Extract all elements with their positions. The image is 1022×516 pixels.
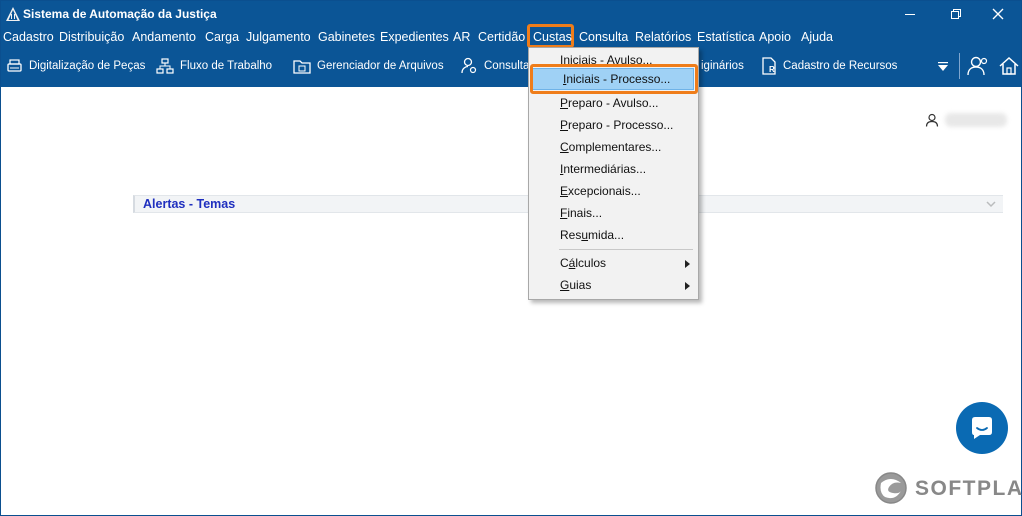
- mnemonic: G: [560, 278, 570, 292]
- toolbar-originarios-button[interactable]: iginários: [701, 55, 744, 77]
- menu-item-complementares[interactable]: Complementares...: [529, 136, 698, 158]
- menu-item-label: mida...: [588, 228, 625, 242]
- toolbar-digitalizacao-button[interactable]: Digitalização de Peças: [6, 55, 145, 77]
- highlight-annotation-box: [530, 64, 698, 94]
- menu-item-label: inais...: [567, 206, 603, 220]
- softplan-logo-icon: [875, 472, 907, 504]
- chat-support-button[interactable]: [956, 402, 1008, 454]
- restore-icon: [951, 9, 961, 19]
- toolbar-originarios-label: iginários: [701, 60, 744, 72]
- toolbar-fluxo-label: Fluxo de Trabalho: [180, 60, 273, 72]
- minimize-button[interactable]: [887, 1, 933, 27]
- alerts-title: Alertas - Temas: [143, 197, 236, 211]
- toolbar: Digitalização de Peças Fluxo de Trabalho…: [1, 47, 1021, 87]
- chat-icon: [972, 417, 992, 439]
- menu-item-excepcionais[interactable]: Excepcionais...: [529, 180, 698, 202]
- menu-certidao[interactable]: Certidão: [478, 29, 525, 45]
- window-title: Sistema de Automação da Justiça: [23, 7, 217, 21]
- minimize-icon: [905, 14, 915, 15]
- menu-item-preparo-avulso[interactable]: Preparo - Avulso...: [529, 92, 698, 114]
- toolbar-gerenciador-button[interactable]: Gerenciador de Arquivos: [293, 55, 444, 77]
- menu-relatorios[interactable]: Relatórios: [635, 29, 691, 45]
- softplan-logo-text: SOFTPLAN: [915, 477, 1022, 500]
- menu-cadastro[interactable]: Cadastro: [3, 29, 54, 45]
- menu-separator: [559, 249, 693, 250]
- toolbar-cadastro-recursos-label: Cadastro de Recursos: [783, 60, 898, 72]
- menu-item-guias[interactable]: Guias: [529, 274, 698, 296]
- menu-item-label-prefix: Res: [560, 228, 582, 242]
- submenu-arrow-icon: [685, 282, 690, 290]
- menu-item-calculos[interactable]: Cálculos: [529, 252, 698, 274]
- user-profile-icon[interactable]: [967, 55, 989, 77]
- restore-button[interactable]: [933, 1, 979, 27]
- menu-ajuda[interactable]: Ajuda: [801, 29, 833, 45]
- toolbar-fluxo-button[interactable]: Fluxo de Trabalho: [156, 55, 272, 77]
- user-icon: [925, 113, 939, 127]
- menu-consulta[interactable]: Consulta: [579, 29, 628, 45]
- user-search-icon: [461, 57, 477, 74]
- close-icon: [992, 8, 1004, 20]
- menu-expedientes[interactable]: Expedientes: [380, 29, 449, 45]
- menu-item-label-prefix: C: [560, 256, 569, 270]
- toolbar-consulta-button[interactable]: Consulta: [460, 55, 529, 77]
- submenu-arrow-icon: [685, 260, 690, 268]
- menu-andamento[interactable]: Andamento: [132, 29, 196, 45]
- menu-item-label: omplementares...: [568, 140, 662, 154]
- menu-estatistica[interactable]: Estatística: [697, 29, 755, 45]
- menu-gabinetes[interactable]: Gabinetes: [318, 29, 375, 45]
- title-bar: Sistema de Automação da Justiça: [1, 1, 1021, 27]
- menu-apoio[interactable]: Apoio: [759, 29, 791, 45]
- toolbar-digitalizacao-label: Digitalização de Peças: [29, 60, 146, 72]
- menu-ar[interactable]: AR: [453, 29, 470, 45]
- menu-item-resumida[interactable]: Resumida...: [529, 224, 698, 246]
- menu-item-label: uias: [569, 278, 592, 292]
- toolbar-consulta-label: Consulta: [484, 60, 530, 72]
- app-logo-icon: [6, 7, 20, 21]
- menu-item-label: xcepcionais...: [568, 184, 641, 198]
- svg-text:R: R: [769, 65, 775, 74]
- toolbar-separator: [959, 53, 960, 79]
- close-button[interactable]: [975, 1, 1021, 27]
- menu-custas[interactable]: Custas: [533, 29, 572, 45]
- menu-item-label: lculos: [575, 256, 607, 270]
- user-name-blurred: [945, 113, 1007, 127]
- file-manager-icon: [293, 59, 311, 74]
- toolbar-gerenciador-label: Gerenciador de Arquivos: [317, 60, 444, 72]
- menu-distribuicao[interactable]: Distribuição: [59, 29, 124, 45]
- menu-item-label: reparo - Avulso...: [568, 96, 659, 110]
- mnemonic: P: [560, 118, 569, 132]
- toolbar-cadastro-recursos-button[interactable]: R Cadastro de Recursos: [761, 55, 897, 77]
- chevron-down-icon[interactable]: [985, 198, 997, 210]
- menu-carga[interactable]: Carga: [205, 29, 239, 45]
- scanner-icon: [7, 58, 22, 72]
- menu-item-preparo-processo[interactable]: Preparo - Processo...: [529, 114, 698, 136]
- menu-item-finais[interactable]: Finais...: [529, 202, 698, 224]
- menu-item-label: reparo - Processo...: [568, 118, 674, 132]
- mnemonic: C: [560, 140, 569, 154]
- app-window: Sistema de Automação da Justiça Cadastro…: [0, 0, 1022, 516]
- home-icon[interactable]: [999, 56, 1019, 76]
- menu-julgamento[interactable]: Julgamento: [246, 29, 311, 45]
- toolbar-overflow-icon[interactable]: [937, 61, 949, 73]
- menu-item-label: ntermediárias...: [563, 162, 647, 176]
- mnemonic: E: [560, 184, 569, 198]
- workflow-icon: [156, 57, 174, 74]
- menu-bar: Cadastro Distribuição Andamento Carga Ju…: [1, 27, 1021, 47]
- mnemonic: P: [560, 96, 569, 110]
- document-r-icon: R: [762, 57, 776, 75]
- menu-item-intermediarias[interactable]: Intermediárias...: [529, 158, 698, 180]
